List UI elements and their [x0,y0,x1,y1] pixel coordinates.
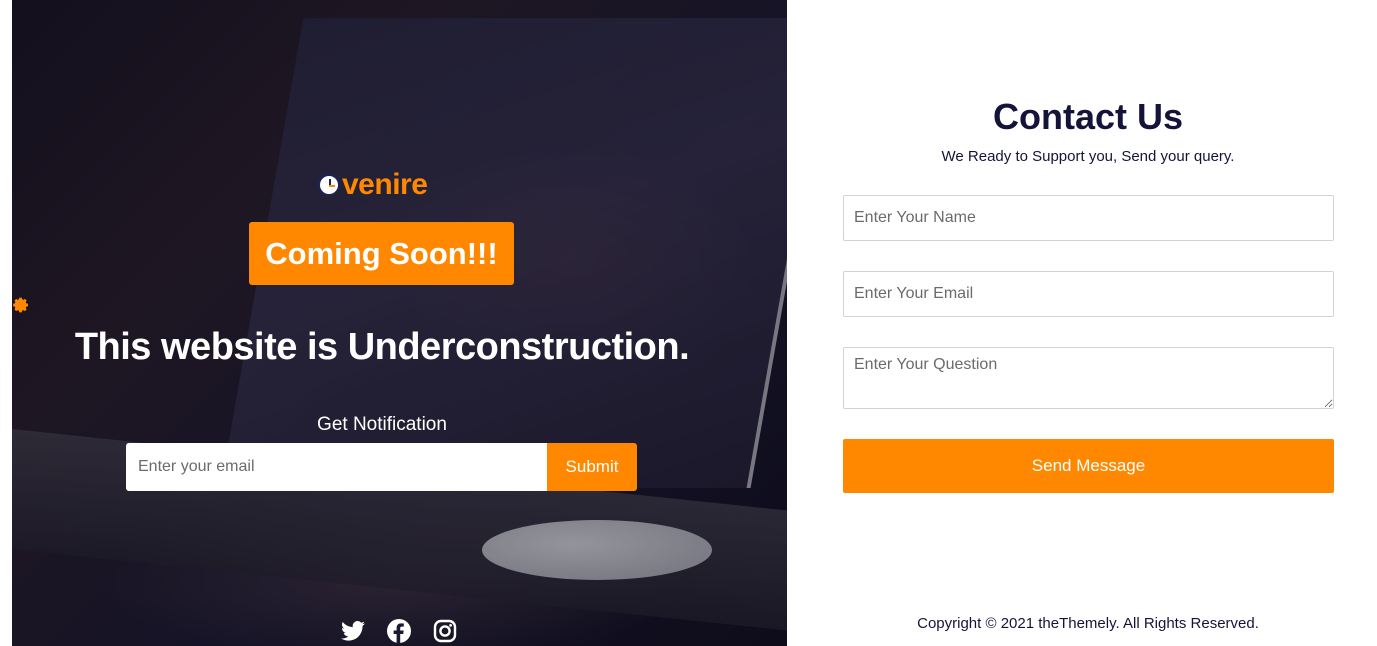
send-message-button[interactable]: Send Message [843,439,1334,493]
contact-subtitle: We Ready to Support you, Send your query… [941,148,1235,165]
hero-section: venire Coming Soon!!! This website is Un… [12,0,787,646]
gear-icon [13,297,29,313]
instagram-link[interactable] [432,618,458,644]
copyright-text: Copyright © 2021 theThemely. All Rights … [917,615,1259,632]
twitter-link[interactable] [340,618,366,644]
notification-form: Submit [126,443,637,491]
hero-overlay [12,0,787,646]
social-links [340,618,458,644]
notification-email-input[interactable] [126,443,547,491]
page-headline: This website is Underconstruction. [74,326,690,368]
email-field[interactable] [843,271,1334,317]
clock-icon [318,174,340,196]
facebook-link[interactable] [386,618,412,644]
question-field[interactable] [843,347,1334,409]
twitter-icon [341,621,365,641]
instagram-icon [433,619,457,643]
logo-text: venire [342,168,428,201]
notification-label: Get Notification [317,414,447,435]
name-field[interactable] [843,195,1334,241]
contact-title: Contact Us [992,96,1184,137]
contact-section: Contact Us We Ready to Support you, Send… [787,0,1377,646]
coming-soon-badge: Coming Soon!!! [249,222,514,285]
site-logo: venire [318,168,428,202]
settings-toggle[interactable] [12,287,38,323]
notification-submit-button[interactable]: Submit [547,443,637,491]
facebook-icon [387,619,411,643]
